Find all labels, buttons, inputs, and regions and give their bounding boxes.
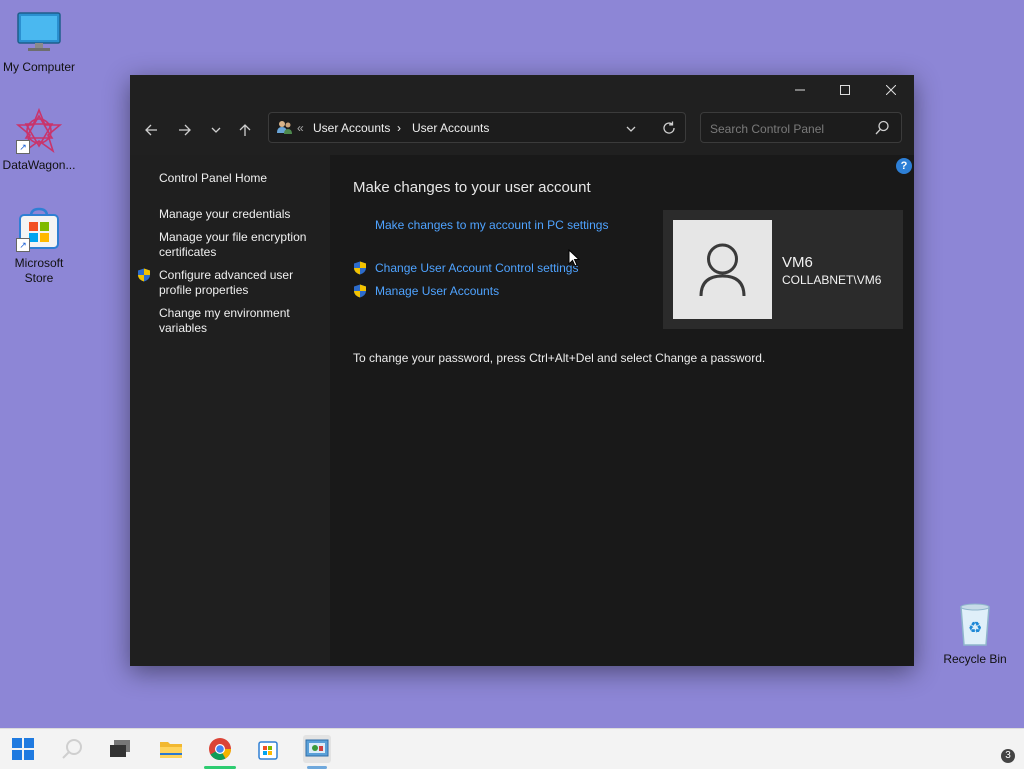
close-icon [886, 85, 896, 95]
search-taskbar-button[interactable] [58, 735, 86, 763]
address-bar[interactable]: « User Accounts › User Accounts [268, 112, 686, 143]
start-icon [12, 738, 34, 760]
chevron-down-icon [211, 127, 221, 133]
page-title: Make changes to your user account [353, 179, 591, 196]
desktop-icon-label: My Computer [2, 60, 76, 74]
minimize-icon [795, 89, 805, 91]
sidebar-item-environment-variables[interactable]: Change my environment variables [159, 306, 319, 336]
refresh-icon [663, 121, 675, 134]
task-view-icon [110, 740, 130, 757]
user-domain: COLLABNET\VM6 [782, 273, 882, 287]
maximize-button[interactable] [822, 75, 868, 105]
task-view-button[interactable] [106, 735, 134, 763]
up-button[interactable] [233, 118, 257, 142]
control-panel-window: « User Accounts › User Accounts Control … [130, 75, 914, 666]
file-explorer-button[interactable] [157, 735, 185, 763]
shortcut-arrow-icon: ↗ [16, 140, 30, 154]
store-icon: ↗ [16, 206, 62, 252]
desktop-icon-microsoft-store[interactable]: ↗ Microsoft Store [0, 206, 79, 286]
search-icon [62, 739, 82, 759]
sidebar-item-control-panel-home[interactable]: Control Panel Home [159, 171, 319, 186]
breadcrumb-separator[interactable]: › [397, 121, 401, 135]
mouse-cursor-icon [568, 248, 581, 272]
user-accounts-icon [277, 119, 293, 140]
close-button[interactable] [868, 75, 914, 105]
sidebar-item-file-encryption[interactable]: Manage your file encryption certificates [159, 230, 319, 260]
store-taskbar-button[interactable] [254, 735, 282, 763]
user-name: VM6 [782, 254, 813, 271]
desktop-icon-recycle-bin[interactable]: ♻ Recycle Bin [935, 602, 1015, 667]
control-panel-icon [305, 739, 329, 757]
address-dropdown-button[interactable] [625, 122, 637, 140]
monitor-icon [16, 10, 62, 56]
arrow-up-icon [239, 124, 251, 136]
back-button[interactable] [139, 118, 163, 142]
arrow-right-icon [179, 124, 191, 136]
avatar [673, 220, 772, 319]
link-uac-settings[interactable]: Change User Account Control settings [375, 261, 578, 275]
user-card: VM6 COLLABNET\VM6 [663, 210, 903, 329]
uac-shield-icon [353, 261, 367, 275]
breadcrumb-user-accounts-current[interactable]: User Accounts [412, 121, 489, 135]
sidebar-item-manage-credentials[interactable]: Manage your credentials [159, 207, 319, 222]
shortcut-arrow-icon: ↗ [16, 238, 30, 252]
navigation-bar: « User Accounts › User Accounts [130, 105, 914, 155]
svg-text:♻: ♻ [968, 618, 982, 637]
search-box[interactable] [700, 112, 902, 143]
maximize-icon [840, 85, 850, 95]
store-icon [258, 741, 278, 760]
notification-badge[interactable]: 3 [1001, 749, 1015, 763]
arrow-left-icon [145, 124, 157, 136]
chevron-down-icon [626, 126, 636, 132]
help-button[interactable]: ? [896, 158, 912, 174]
search-input[interactable] [708, 119, 872, 138]
search-icon [875, 120, 889, 135]
user-avatar-icon [699, 243, 746, 297]
sidebar-item-advanced-profile[interactable]: Configure advanced user profile properti… [159, 268, 319, 298]
title-bar [130, 75, 914, 105]
link-manage-user-accounts[interactable]: Manage User Accounts [375, 284, 499, 298]
link-pc-settings[interactable]: Make changes to my account in PC setting… [375, 218, 608, 232]
search-button[interactable] [875, 120, 890, 140]
sidebar: Control Panel Home Manage your credentia… [130, 155, 330, 666]
minimize-button[interactable] [777, 75, 823, 105]
recycle-bin-icon: ♻ [952, 602, 998, 648]
recent-locations-button[interactable] [204, 118, 228, 142]
control-panel-taskbar-button[interactable] [303, 735, 331, 769]
desktop-icon-my-computer[interactable]: My Computer [0, 10, 79, 75]
forward-button[interactable] [173, 118, 197, 142]
taskbar: 3 [0, 728, 1024, 769]
refresh-button[interactable] [662, 121, 676, 140]
datawagon-icon: ↗ [15, 107, 63, 154]
main-content: ? Make changes to your user account Make… [330, 155, 914, 666]
chrome-icon [209, 738, 231, 760]
chrome-button[interactable] [204, 735, 236, 769]
uac-shield-icon [353, 284, 367, 298]
uac-shield-icon [137, 268, 151, 282]
desktop-icon-label: DataWagon... [2, 158, 76, 172]
desktop-icon-datawagon[interactable]: ↗ DataWagon... [0, 107, 79, 173]
breadcrumb-user-accounts[interactable]: User Accounts [313, 121, 390, 135]
start-button[interactable] [9, 735, 37, 763]
file-explorer-icon [160, 742, 182, 758]
address-overflow[interactable]: « [297, 121, 304, 135]
password-note: To change your password, press Ctrl+Alt+… [353, 351, 766, 365]
desktop-icon-label: Recycle Bin [943, 652, 1007, 666]
desktop-icon-label: Microsoft Store [14, 256, 64, 285]
